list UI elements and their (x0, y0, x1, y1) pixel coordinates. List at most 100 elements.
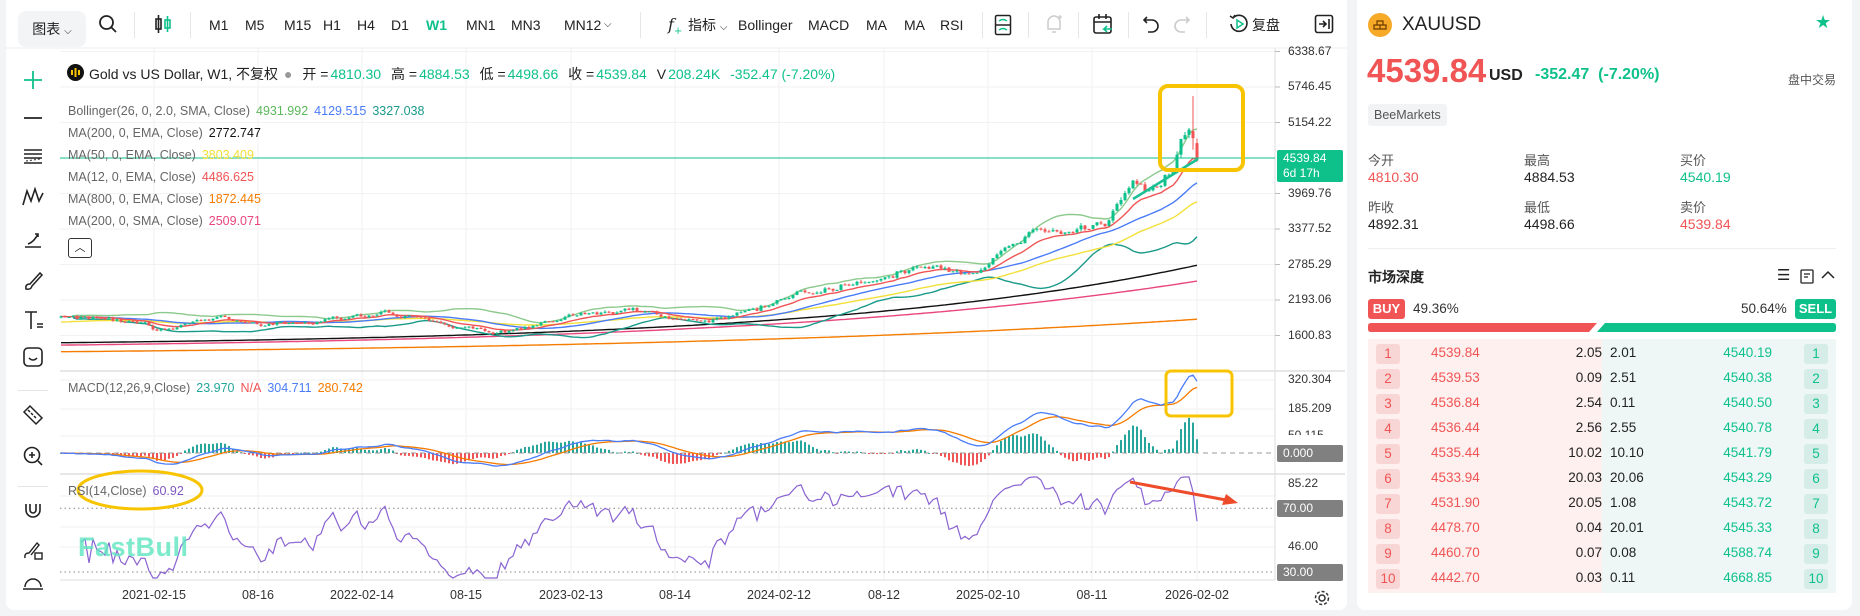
lock-drawings-icon[interactable] (20, 537, 46, 563)
timeframe-m1[interactable]: M1 (209, 14, 228, 36)
candle-up (799, 290, 803, 292)
layout-icon[interactable] (994, 14, 1012, 36)
indicator-legend-row[interactable]: MA(50, 0, EMA, Close) 3803.409 (68, 148, 260, 162)
calendar-jump-icon[interactable] (1092, 13, 1114, 35)
macd-histogram-bar (440, 453, 442, 462)
favorite-star-icon[interactable]: ★ (1815, 12, 1831, 33)
replay-button[interactable]: 复盘 (1252, 14, 1280, 36)
timeframe-w1[interactable]: W1 (426, 14, 447, 36)
chart-settings-gear-icon[interactable] (1313, 589, 1331, 607)
document-view-icon[interactable] (1800, 269, 1814, 284)
candle-up (587, 313, 591, 315)
chevron-down-icon: ⌵ (64, 26, 72, 37)
macd-histogram-bar (1040, 436, 1042, 453)
timeframe-mn1[interactable]: MN1 (466, 14, 496, 36)
date-axis-label: 2024-02-12 (747, 588, 811, 602)
timeframe-m15[interactable]: M15 (284, 14, 311, 36)
collapse-legend-button[interactable]: ︿ (68, 238, 92, 258)
candle-down (171, 328, 175, 330)
timeframe-mn3[interactable]: MN3 (511, 14, 541, 36)
list-view-icon[interactable]: ☰ (1777, 266, 1790, 284)
bid-price: 4535.44 (1431, 445, 1480, 460)
macd-histogram-bar (384, 448, 386, 453)
indicator-value: 2772.747 (208, 126, 261, 140)
bid-volume: 10.02 (1568, 445, 1602, 460)
candle-up (943, 267, 947, 269)
candle-down (551, 321, 555, 323)
candle-up (1179, 139, 1183, 155)
timeframe-h4[interactable]: H4 (357, 14, 375, 36)
candle-up (343, 318, 347, 320)
alert-bell-icon[interactable] (1044, 13, 1064, 35)
collapse-panel-icon[interactable] (1314, 14, 1334, 34)
candle-up (747, 309, 751, 311)
trend-arrow-icon[interactable] (20, 226, 46, 252)
candle-up (835, 289, 839, 291)
fib-lines-icon[interactable] (20, 143, 46, 169)
macd-histogram-bar (816, 448, 818, 453)
indicator-function-icon[interactable]: f+ (668, 14, 682, 37)
chart-menu-button[interactable]: 图表 ⌵ (18, 11, 86, 47)
indicator-legend-row[interactable]: MA(12, 0, EMA, Close) 4486.625 (68, 170, 260, 184)
hide-drawings-icon[interactable] (20, 573, 46, 599)
candle-up (407, 315, 411, 317)
stat-value: 4892.31 (1368, 216, 1419, 232)
macd-histogram-bar (172, 453, 174, 458)
macd-histogram-bar (1088, 453, 1090, 462)
bid-price: 4478.70 (1431, 520, 1480, 535)
chart-canvas[interactable] (6, 0, 1347, 610)
zoom-in-icon[interactable] (20, 443, 46, 469)
candle-down (699, 320, 703, 322)
replay-icon[interactable] (1228, 13, 1250, 35)
emoji-sticker-icon[interactable] (20, 344, 46, 370)
candle-down (723, 317, 727, 319)
close-value: 4539.84 (596, 66, 647, 82)
broker-tag[interactable]: BeeMarkets (1368, 104, 1447, 126)
quick-indicator-rsi[interactable]: RSI (940, 14, 963, 36)
pattern-icon[interactable] (20, 183, 46, 209)
indicator-legend-row[interactable]: MA(800, 0, EMA, Close) 1872.445 (68, 192, 267, 206)
macd-histogram-bar (976, 453, 978, 465)
candle-down (439, 321, 443, 324)
collapse-chevron-up-icon[interactable] (1821, 270, 1835, 280)
macd-histogram-bar (1136, 426, 1138, 453)
timeframe-m5[interactable]: M5 (245, 14, 264, 36)
candle-up (459, 327, 463, 329)
quick-indicator-ma[interactable]: MA (904, 14, 925, 36)
macd-histogram-bar (804, 442, 806, 453)
candle-up (91, 316, 95, 320)
depth-row: 10 4442.70 0.03 0.11 4668.85 10 (1368, 566, 1836, 591)
candlestick-type-icon[interactable] (153, 13, 173, 35)
timeframe-mn12[interactable]: MN12 (564, 14, 601, 36)
timeframe-d1[interactable]: D1 (391, 14, 409, 36)
rsi-axis-label: 46.00 (1288, 538, 1319, 553)
undo-icon[interactable] (1142, 14, 1160, 34)
indicators-button[interactable]: 指标 ⌵ (688, 14, 727, 36)
ruler-icon[interactable] (20, 402, 46, 428)
ask-volume: 0.08 (1610, 545, 1637, 560)
brush-icon[interactable] (20, 268, 46, 294)
redo-icon[interactable] (1173, 14, 1191, 34)
indicator-legend-row[interactable]: MA(200, 0, SMA, Close) 2509.071 (68, 214, 267, 228)
candle-up (923, 267, 927, 269)
search-icon[interactable] (98, 14, 118, 34)
quick-indicator-macd[interactable]: MACD (808, 14, 849, 36)
candle-down (427, 318, 431, 321)
candle-down (259, 324, 263, 326)
macd-histogram-bar (1188, 417, 1190, 453)
magnet-icon[interactable] (20, 496, 46, 522)
quick-indicator-bollinger[interactable]: Bollinger (738, 14, 792, 36)
horizontal-line-icon[interactable] (20, 105, 46, 131)
indicator-legend-row[interactable]: Bollinger(26, 0, 2.0, SMA, Close) 4931.99… (68, 104, 430, 118)
divider (982, 12, 983, 38)
timeframe-h1[interactable]: H1 (323, 14, 341, 36)
macd-histogram-bar (408, 453, 410, 456)
more-timeframes-chevron-icon[interactable]: ⌵ (604, 14, 612, 36)
quick-indicator-ma[interactable]: MA (866, 14, 887, 36)
candle-up (1183, 135, 1187, 140)
crosshair-plus-icon[interactable] (20, 67, 46, 93)
candle-down (1047, 231, 1051, 233)
candle-down (667, 316, 671, 319)
text-tool-icon[interactable] (20, 307, 46, 333)
indicator-legend-row[interactable]: MA(200, 0, EMA, Close) 2772.747 (68, 126, 267, 140)
